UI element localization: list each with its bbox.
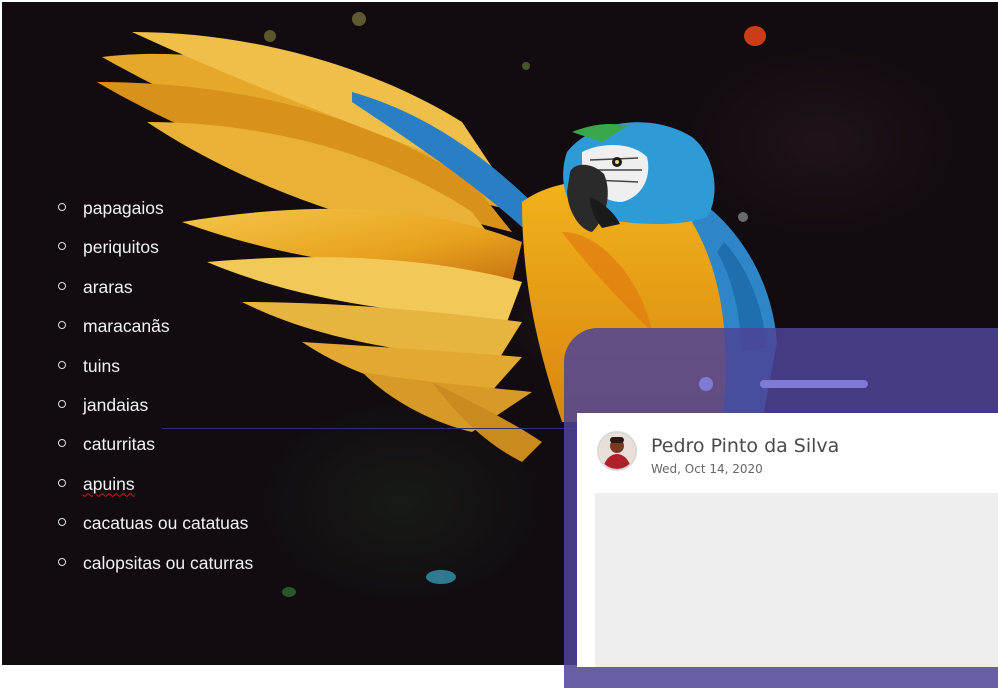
user-avatar[interactable] bbox=[597, 431, 637, 471]
list-item: cacatuas ou catatuas bbox=[58, 505, 253, 544]
camera-icon bbox=[699, 377, 713, 391]
list-item: tuins bbox=[58, 348, 253, 387]
list-item: maracanãs bbox=[58, 308, 253, 347]
list-item: apuins bbox=[58, 466, 253, 505]
list-item: calopsitas ou caturras bbox=[58, 545, 253, 584]
post-date: Wed, Oct 14, 2020 bbox=[651, 462, 763, 476]
post-author-name[interactable]: Pedro Pinto da Silva bbox=[651, 435, 839, 457]
list-item: papagaios bbox=[58, 190, 253, 229]
avatar-icon bbox=[599, 433, 635, 469]
species-list: papagaios periquitos araras maracanãs tu… bbox=[58, 190, 253, 584]
connector-line bbox=[162, 428, 582, 429]
post-content-area bbox=[595, 493, 998, 667]
list-item: periquitos bbox=[58, 229, 253, 268]
misspelled-word[interactable]: apuins bbox=[83, 474, 135, 494]
speaker-grille bbox=[760, 380, 868, 388]
list-item: jandaias bbox=[58, 387, 253, 426]
list-item: caturritas bbox=[58, 426, 253, 465]
post-card: Pedro Pinto da Silva Wed, Oct 14, 2020 bbox=[577, 413, 998, 667]
list-item: araras bbox=[58, 269, 253, 308]
